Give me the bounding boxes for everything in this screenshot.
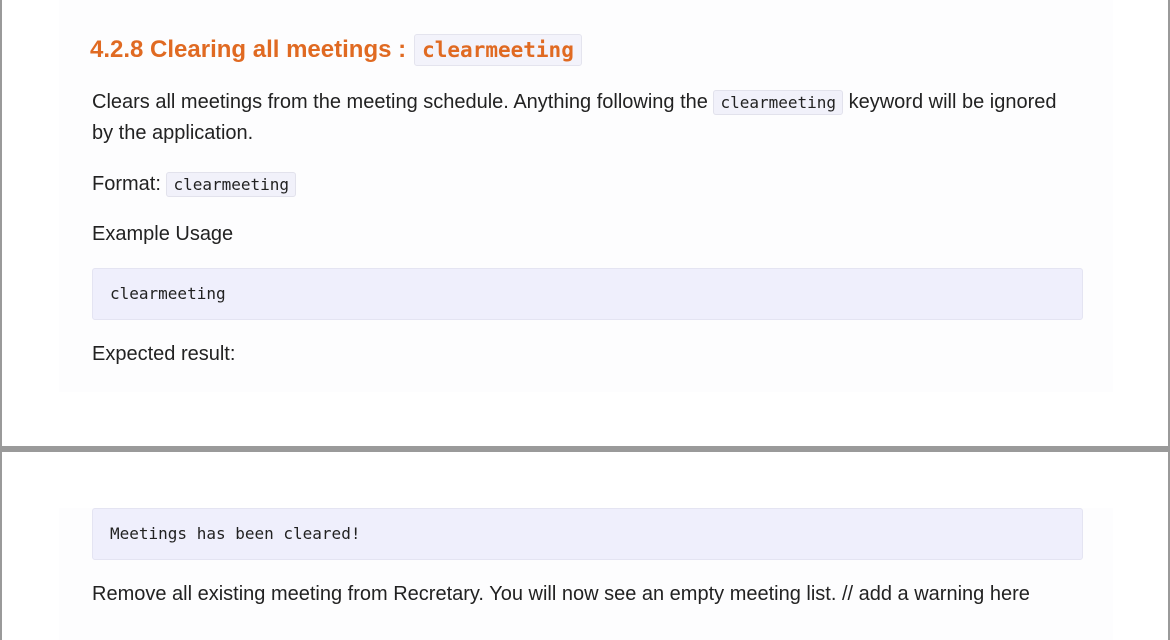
description-inline-code: clearmeeting bbox=[713, 90, 844, 115]
format-paragraph: Format: clearmeeting bbox=[92, 169, 1082, 200]
example-code-block: clearmeeting bbox=[92, 268, 1083, 320]
format-inline-code: clearmeeting bbox=[166, 172, 297, 197]
section-heading-text: 4.2.8 Clearing all meetings : bbox=[90, 36, 407, 63]
result-output: Meetings has been cleared! bbox=[110, 524, 361, 543]
section-heading: 4.2.8 Clearing all meetings : clearmeeti… bbox=[90, 32, 582, 68]
description-text-before: Clears all meetings from the meeting sch… bbox=[92, 91, 708, 113]
example-code: clearmeeting bbox=[110, 284, 226, 303]
format-label: Format: bbox=[92, 173, 161, 195]
expected-result-label: Expected result: bbox=[92, 343, 236, 365]
document-page-bottom: Meetings has been cleared! Remove all ex… bbox=[0, 452, 1170, 640]
description-paragraph: Clears all meetings from the meeting sch… bbox=[92, 87, 1082, 149]
result-note: Remove all existing meeting from Recreta… bbox=[92, 583, 1030, 605]
result-code-block: Meetings has been cleared! bbox=[92, 508, 1083, 560]
document-page-top: 4.2.8 Clearing all meetings : clearmeeti… bbox=[0, 0, 1170, 446]
section-heading-command: clearmeeting bbox=[414, 34, 582, 66]
example-usage-label: Example Usage bbox=[92, 223, 234, 245]
